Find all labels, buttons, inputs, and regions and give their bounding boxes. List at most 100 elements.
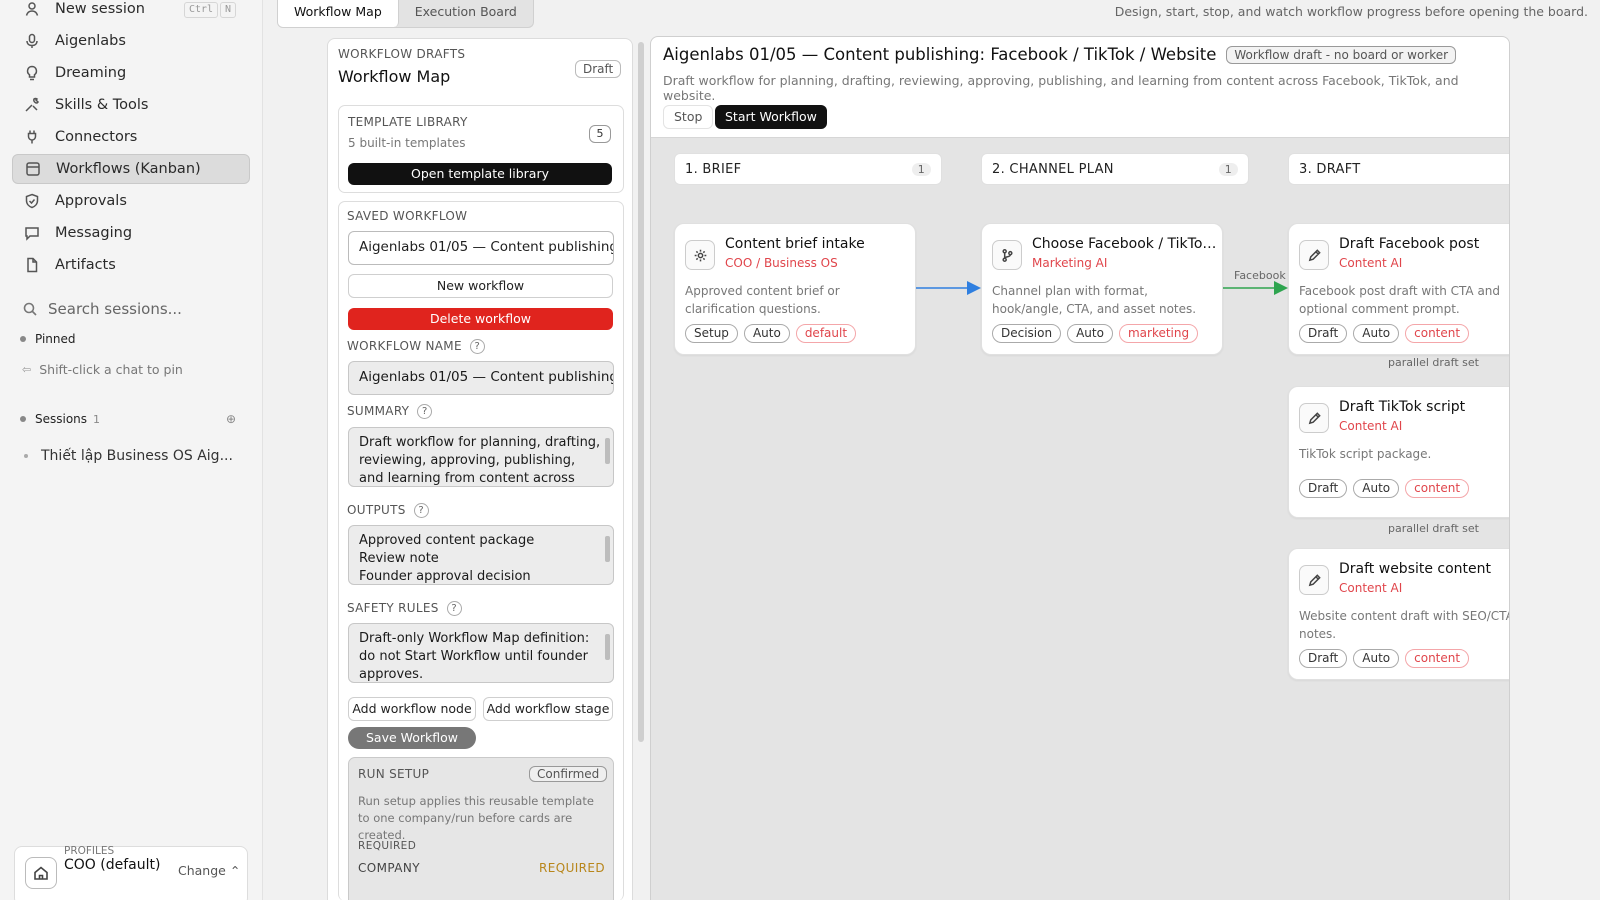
node-tag: Auto [1067, 324, 1113, 343]
outputs-textarea[interactable]: Approved content package Review note Fou… [348, 525, 614, 585]
saved-workflow-label: SAVED WORKFLOW [347, 209, 468, 223]
sidebar-item-connectors[interactable]: Connectors [12, 122, 250, 152]
textarea-scrollbar[interactable] [605, 634, 610, 660]
panel-scrollbar[interactable] [638, 42, 644, 742]
node-owner: Content AI [1339, 256, 1403, 270]
node-choose-channel[interactable]: Choose Facebook / TikTok / Website Marke… [981, 223, 1223, 355]
home-icon[interactable] [25, 857, 57, 889]
textarea-scrollbar[interactable] [605, 536, 610, 562]
shortcut-key: N [220, 2, 237, 18]
save-workflow-button[interactable]: Save Workflow [348, 727, 476, 749]
node-tags: Decision Auto marketing [992, 324, 1199, 343]
node-tags: Setup Auto default [685, 324, 857, 343]
safety-label-text: SAFETY RULES [347, 601, 439, 615]
run-setup-box: RUN SETUP Confirmed Run setup applies th… [348, 757, 614, 900]
view-tabs: Workflow Map Execution Board [277, 0, 534, 28]
new-folder-icon[interactable]: ⊕ [226, 412, 236, 426]
start-workflow-button[interactable]: Start Workflow [715, 105, 827, 129]
node-desc: Facebook post draft with CTA and optiona… [1299, 284, 1501, 316]
node-tag: Draft [1299, 649, 1348, 668]
search-placeholder[interactable]: Search sessions... [48, 300, 182, 318]
node-tag: Auto [743, 324, 790, 343]
help-icon[interactable]: ? [446, 601, 462, 616]
help-icon[interactable]: ? [413, 503, 429, 518]
add-workflow-stage-button[interactable]: Add workflow stage [483, 697, 613, 721]
lightbulb-icon [22, 63, 42, 83]
sidebar-item-messaging[interactable]: Messaging [12, 218, 250, 248]
node-tag: Auto [1353, 479, 1400, 498]
help-icon[interactable]: ? [469, 339, 485, 354]
outputs-label: OUTPUTS? [347, 503, 429, 518]
sidebar-item-label: Messaging [55, 225, 133, 241]
workflow-drafts-panel: WORKFLOW DRAFTS Workflow Map Draft TEMPL… [327, 38, 633, 900]
node-tags: Draft Auto content [1299, 649, 1470, 668]
sidebar-item-label: Connectors [55, 129, 138, 145]
sidebar-item-skills-tools[interactable]: Skills & Tools [12, 90, 250, 120]
map-canvas[interactable]: 1. BRIEF 1 2. CHANNEL PLAN 1 3. DRAFT Fa… [651, 137, 1510, 900]
node-title: Draft Facebook post [1339, 236, 1480, 252]
session-item[interactable]: Thiết lập Business OS Aig... [24, 448, 233, 464]
pinned-label: Pinned [35, 332, 76, 346]
tab-execution-board[interactable]: Execution Board [399, 0, 533, 27]
session-search[interactable]: Search sessions... [22, 300, 182, 318]
parallel-label: parallel draft set [1388, 522, 1479, 535]
user-icon [22, 0, 42, 19]
sidebar: New session Ctrl N Aigenlabs Dreaming Sk… [0, 0, 263, 900]
node-draft-website-content[interactable]: Draft website content Content AI Website… [1288, 548, 1510, 680]
pinned-dot-icon [20, 336, 26, 342]
profile-change-button[interactable]: Change ⌃ [178, 863, 240, 878]
profile-change-label: Change [178, 863, 226, 878]
textarea-scrollbar[interactable] [605, 438, 610, 464]
sidebar-item-approvals[interactable]: Approvals [12, 186, 250, 216]
open-template-library-button[interactable]: Open template library [348, 163, 612, 185]
stop-button[interactable]: Stop [663, 105, 714, 129]
template-library-box: TEMPLATE LIBRARY 5 built-in templates 5 … [338, 105, 624, 193]
node-content-brief-intake[interactable]: Content brief intake COO / Business OS A… [674, 223, 916, 355]
node-tag: marketing [1118, 324, 1199, 343]
node-title: Content brief intake [725, 236, 865, 252]
node-tag: Decision [992, 324, 1062, 343]
saved-workflow-select[interactable]: Aigenlabs 01/05 — Content publishing: Fa… [348, 231, 614, 265]
edge-brief-to-channel [913, 281, 981, 295]
tab-workflow-map[interactable]: Workflow Map [278, 0, 399, 27]
plug-icon [22, 127, 42, 147]
delete-workflow-button[interactable]: Delete workflow [348, 308, 613, 330]
sidebar-item-label: Dreaming [55, 65, 127, 81]
sidebar-item-label: New session [55, 1, 145, 17]
draft-status-tag: Workflow draft - no board or worker [1226, 45, 1457, 64]
summary-textarea[interactable]: Draft workflow for planning, drafting, r… [348, 427, 614, 487]
sidebar-item-artifacts[interactable]: Artifacts [12, 250, 250, 280]
sidebar-item-dreaming[interactable]: Dreaming [12, 58, 250, 88]
pinned-header: Pinned [20, 332, 76, 346]
sidebar-item-workflows[interactable]: Workflows (Kanban) [12, 154, 250, 184]
workflow-name-input[interactable]: Aigenlabs 01/05 — Content publishing: [348, 361, 614, 395]
template-label: TEMPLATE LIBRARY [348, 115, 468, 129]
help-icon[interactable]: ? [417, 404, 433, 419]
node-tag: content [1405, 649, 1470, 668]
new-workflow-button[interactable]: New workflow [348, 274, 613, 298]
parallel-label: parallel draft set [1388, 356, 1479, 369]
workflow-name-label: WORKFLOW NAME? [347, 339, 485, 354]
sessions-header: Sessions 1 [20, 412, 100, 426]
node-owner: Content AI [1339, 581, 1403, 595]
node-draft-tiktok-script[interactable]: Draft TikTok script Content AI TikTok sc… [1288, 386, 1509, 518]
node-draft-facebook-post[interactable]: Draft Facebook post Content AI Facebook … [1288, 223, 1509, 355]
safety-rules-textarea[interactable]: Draft-only Workflow Map definition: do n… [348, 623, 614, 683]
kanban-icon [23, 159, 43, 179]
edge-label: Facebook s [1234, 269, 1295, 282]
node-owner: Content AI [1339, 419, 1403, 433]
sidebar-item-aigenlabs[interactable]: Aigenlabs [12, 26, 250, 56]
node-tag: Auto [1353, 649, 1400, 668]
add-workflow-node-button[interactable]: Add workflow node [348, 697, 476, 721]
profile-name: COO (default) [64, 857, 161, 873]
pencil-icon [1299, 240, 1329, 270]
output-line: Review note [359, 551, 439, 566]
sidebar-item-label: Artifacts [55, 257, 116, 273]
node-owner: COO / Business OS [725, 256, 838, 270]
node-desc: Website content draft with SEO/CTA notes… [1299, 609, 1510, 641]
output-line: Approved content package [359, 533, 535, 548]
node-title: Draft website content [1339, 561, 1492, 577]
node-title: Choose Facebook / TikTok / Website [1032, 236, 1218, 252]
sidebar-item-label: Approvals [55, 193, 127, 209]
mic-icon [22, 31, 42, 51]
